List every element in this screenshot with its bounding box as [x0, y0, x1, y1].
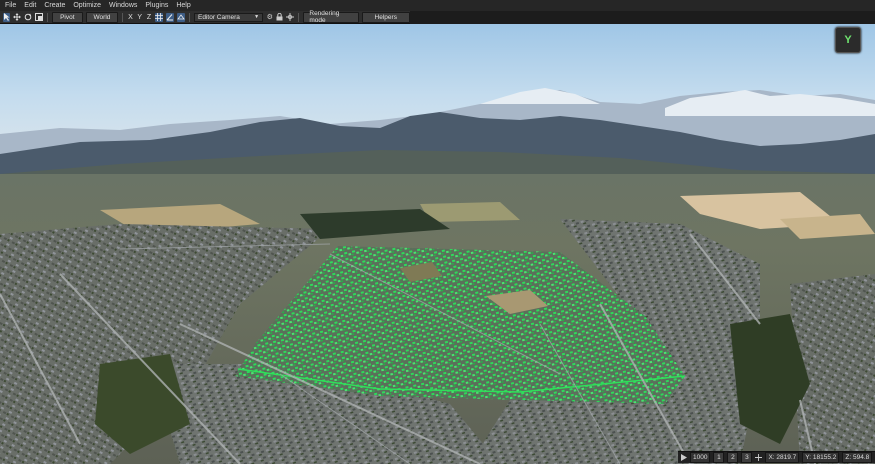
axis-z-toggle[interactable]: Z [146, 14, 152, 21]
view-mode-1-button[interactable]: 1 [713, 452, 725, 463]
gear-icon[interactable]: ⚙ [266, 13, 273, 22]
axis-x-toggle[interactable]: X [127, 14, 133, 21]
crosshair-icon [755, 453, 763, 462]
rotate-tool-icon[interactable] [24, 13, 32, 22]
coordinate-y-readout: Y: 18155.2 [802, 452, 840, 463]
world-button[interactable]: World [85, 11, 119, 23]
coordinate-x-readout: X: 2819.7 [765, 452, 800, 463]
snap-grid-icon[interactable] [155, 12, 164, 22]
toolbar-separator [189, 12, 191, 22]
move-tool-icon[interactable] [13, 13, 22, 22]
coordinate-z-readout: Z: 594.8 [842, 452, 873, 463]
menu-edit[interactable]: Edit [20, 0, 40, 11]
view-mode-2-button[interactable]: 2 [727, 452, 739, 463]
toolbar-separator [122, 12, 124, 22]
camera-dropdown[interactable]: Editor Camera ▼ [194, 12, 264, 22]
menu-windows[interactable]: Windows [105, 0, 141, 11]
axis-gizmo[interactable]: Y [835, 27, 861, 53]
menu-file[interactable]: File [0, 0, 20, 11]
view-mode-3-button[interactable]: 3 [741, 452, 753, 463]
scale-tool-icon[interactable] [35, 13, 44, 22]
axis-gizmo-label: Y [844, 34, 852, 46]
status-bar: 1000 1 2 3 X: 2819.7 Y: 18155.2 Z: 594.8 [678, 451, 875, 463]
axis-y-toggle[interactable]: Y [137, 14, 143, 21]
menu-create[interactable]: Create [40, 0, 69, 11]
menu-plugins[interactable]: Plugins [141, 0, 172, 11]
menu-help[interactable]: Help [172, 0, 194, 11]
crosshair-icon[interactable] [286, 13, 295, 22]
3d-viewport[interactable] [0, 24, 875, 464]
pivot-button[interactable]: Pivot [52, 11, 83, 23]
helpers-button[interactable]: Helpers [361, 11, 410, 23]
editor-toolbar: Pivot World X Y Z Editor Camera ▼ ⚙ Rend… [0, 10, 410, 24]
speed-icon [681, 453, 687, 462]
menu-bar: File Edit Create Optimize Windows Plugin… [0, 0, 875, 11]
snap-surface-icon[interactable] [177, 12, 186, 22]
snap-angle-icon[interactable] [166, 12, 175, 22]
menu-optimize[interactable]: Optimize [69, 0, 105, 11]
select-tool-icon[interactable] [3, 12, 11, 22]
toolbar-separator [47, 12, 49, 22]
camera-dropdown-value: Editor Camera [198, 13, 240, 21]
toolbar-separator [298, 12, 300, 22]
chevron-down-icon: ▼ [254, 14, 260, 20]
lock-icon[interactable] [276, 13, 283, 22]
rendering-mode-button[interactable]: Rendering mode [303, 10, 359, 24]
camera-speed-field[interactable]: 1000 [690, 452, 711, 463]
